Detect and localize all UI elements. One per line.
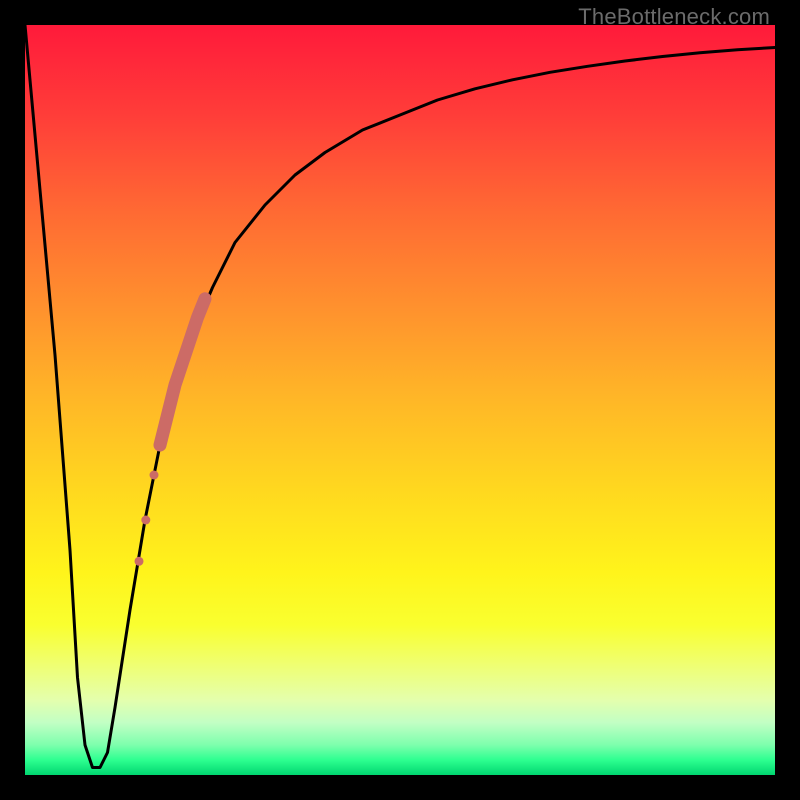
- chart-frame: TheBottleneck.com: [0, 0, 800, 800]
- bottleneck-curve: [25, 25, 775, 768]
- watermark-text: TheBottleneck.com: [578, 4, 770, 30]
- chart-svg: [25, 25, 775, 775]
- highlight-markers: [135, 471, 159, 566]
- highlight-thick-segment: [160, 299, 205, 445]
